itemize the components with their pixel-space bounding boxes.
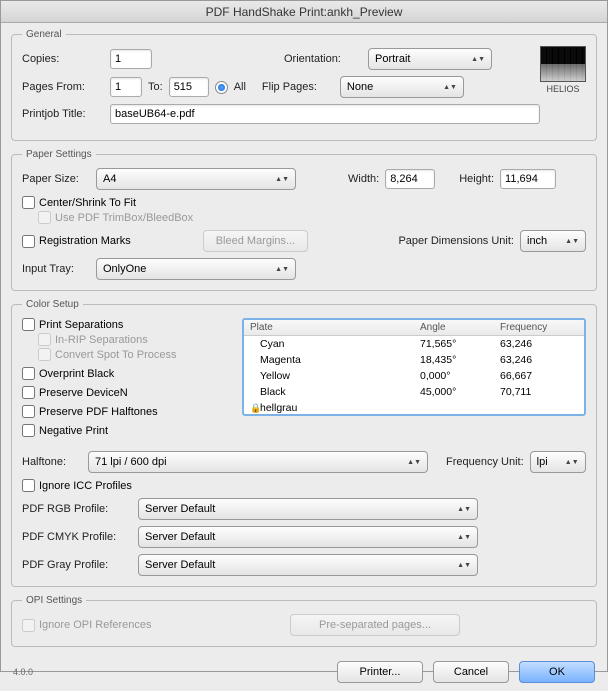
cmyk-select[interactable]: Server Default▲▼ [138, 526, 478, 548]
general-legend: General [22, 29, 66, 40]
plate-header: Plate [244, 320, 414, 335]
rgb-select[interactable]: Server Default▲▼ [138, 498, 478, 520]
orientation-label: Orientation: [284, 53, 362, 65]
tray-label: Input Tray: [22, 263, 90, 275]
negative-checkbox[interactable]: Negative Print [22, 424, 108, 437]
all-radio[interactable] [215, 81, 228, 94]
plate-row: Black45,000°70,711 [244, 384, 584, 400]
center-shrink-checkbox[interactable]: Center/Shrink To Fit [22, 196, 136, 209]
updown-icon: ▲▼ [443, 85, 457, 90]
flip-label: Flip Pages: [262, 81, 334, 93]
version-label: 4.0.0 [13, 667, 33, 677]
tray-select[interactable]: OnlyOne ▲▼ [96, 258, 296, 280]
color-group: Color Setup Print Separations In-RIP Sep… [11, 299, 597, 587]
jobtitle-label: Printjob Title: [22, 108, 104, 120]
overprint-checkbox[interactable]: Overprint Black [22, 367, 114, 380]
print-dialog: PDF HandShake Print:ankh_Preview General… [0, 0, 608, 672]
trimbox-checkbox: Use PDF TrimBox/BleedBox [38, 211, 193, 224]
orientation-select[interactable]: Portrait ▲▼ [368, 48, 492, 70]
window-title: PDF HandShake Print:ankh_Preview [1, 1, 607, 23]
ignore-opi-checkbox: Ignore OPI References [22, 619, 152, 632]
gray-label: PDF Gray Profile: [22, 559, 132, 571]
flip-select[interactable]: None ▲▼ [340, 76, 464, 98]
printer-button[interactable]: Printer... [337, 661, 423, 683]
papersize-label: Paper Size: [22, 173, 90, 185]
cancel-button[interactable]: Cancel [433, 661, 509, 683]
width-label: Width: [348, 173, 379, 185]
halftone-select[interactable]: 71 lpi / 600 dpi ▲▼ [88, 451, 428, 473]
halftone-label: Halftone: [22, 456, 82, 468]
plate-table[interactable]: Plate Angle Frequency Cyan71,565°63,246 … [242, 318, 586, 416]
freq-unit-label: Frequency Unit: [446, 456, 524, 468]
to-label: To: [148, 81, 163, 93]
opi-legend: OPI Settings [22, 595, 86, 606]
dim-unit-select[interactable]: inch ▲▼ [520, 230, 586, 252]
updown-icon: ▲▼ [565, 460, 579, 465]
helios-logo: HELIOS [540, 46, 586, 94]
copies-label: Copies: [22, 53, 104, 65]
updown-icon: ▲▼ [457, 535, 471, 540]
dim-unit-label: Paper Dimensions Unit: [398, 235, 514, 247]
updown-icon: ▲▼ [407, 460, 421, 465]
papersize-select[interactable]: A4 ▲▼ [96, 168, 296, 190]
height-label: Height: [459, 173, 494, 185]
plate-row: 🔒hellgrau [244, 400, 584, 416]
freq-header: Frequency [494, 320, 574, 335]
plate-row: Magenta18,435°63,246 [244, 352, 584, 368]
copies-input[interactable] [110, 49, 152, 69]
preserve-hal-checkbox[interactable]: Preserve PDF Halftones [22, 405, 158, 418]
gray-select[interactable]: Server Default▲▼ [138, 554, 478, 576]
general-group: General HELIOS Copies: Orientation: Port… [11, 29, 597, 141]
ignore-icc-checkbox[interactable]: Ignore ICC Profiles [22, 479, 132, 492]
updown-icon: ▲▼ [471, 57, 485, 62]
updown-icon: ▲▼ [457, 563, 471, 568]
bleed-button: Bleed Margins... [203, 230, 308, 252]
lock-icon: 🔒 [250, 403, 260, 414]
width-input[interactable] [385, 169, 435, 189]
height-input[interactable] [500, 169, 556, 189]
color-legend: Color Setup [22, 299, 83, 310]
plate-row: Cyan71,565°63,246 [244, 336, 584, 352]
print-sep-checkbox[interactable]: Print Separations [22, 318, 123, 331]
paper-group: Paper Settings Paper Size: A4 ▲▼ Width: … [11, 149, 597, 291]
pages-to-input[interactable] [169, 77, 209, 97]
inrip-checkbox: In-RIP Separations [38, 333, 148, 346]
freq-unit-select[interactable]: lpi ▲▼ [530, 451, 586, 473]
jobtitle-input[interactable] [110, 104, 540, 124]
updown-icon: ▲▼ [457, 507, 471, 512]
all-label: All [234, 81, 246, 93]
preserve-devn-checkbox[interactable]: Preserve DeviceN [22, 386, 128, 399]
pages-from-input[interactable] [110, 77, 142, 97]
plate-row: Yellow0,000°66,667 [244, 368, 584, 384]
updown-icon: ▲▼ [565, 239, 579, 244]
updown-icon: ▲▼ [275, 177, 289, 182]
cmyk-label: PDF CMYK Profile: [22, 531, 132, 543]
updown-icon: ▲▼ [275, 267, 289, 272]
convert-spot-checkbox: Convert Spot To Process [38, 348, 176, 361]
paper-legend: Paper Settings [22, 149, 96, 160]
opi-group: OPI Settings Ignore OPI References Pre-s… [11, 595, 597, 647]
angle-header: Angle [414, 320, 494, 335]
rgb-label: PDF RGB Profile: [22, 503, 132, 515]
pages-from-label: Pages From: [22, 81, 104, 93]
regmarks-checkbox[interactable]: Registration Marks [22, 235, 131, 248]
presep-button: Pre-separated pages... [290, 614, 460, 636]
ok-button[interactable]: OK [519, 661, 595, 683]
